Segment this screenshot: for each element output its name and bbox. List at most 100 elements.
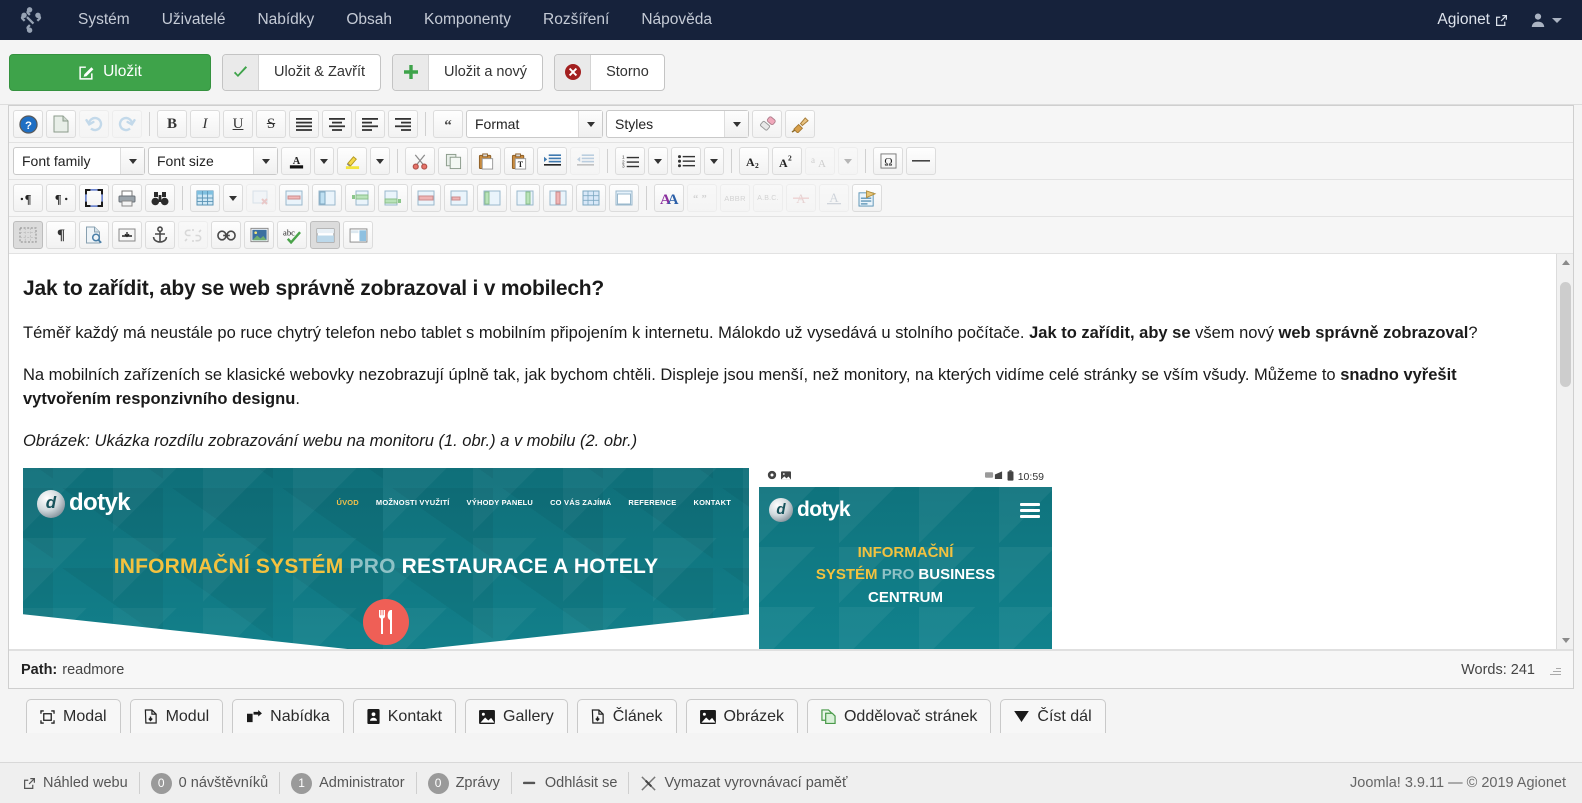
site-preview-link[interactable]: Agionet [1427, 11, 1518, 29]
paste-as-text-icon[interactable]: T [504, 147, 534, 175]
visitors-status[interactable]: 0 0 návštěvníků [140, 772, 279, 794]
nav-item-system[interactable]: Systém [62, 0, 146, 40]
clear-cache-button[interactable]: Vymazat vyrovnávací paměť [629, 775, 858, 792]
scrollbar-thumb[interactable] [1560, 282, 1571, 387]
font-select-aa-icon[interactable]: AA [654, 184, 684, 212]
rtl-direction-icon[interactable]: ¶ [46, 184, 76, 212]
insert-page-break-button[interactable]: Oddělovač stránek [806, 699, 992, 733]
italic-icon[interactable]: I [190, 110, 220, 138]
desktop-screenshot-image[interactable]: d dotyk ÚVOD MOŽNOSTI VYUŽITÍ VÝHODY PAN… [23, 468, 749, 649]
article-content[interactable]: Jak to zařídit, aby se web správně zobra… [9, 254, 1573, 649]
insert-row-before-icon[interactable] [345, 184, 375, 212]
show-borders-icon[interactable] [13, 221, 43, 249]
nav-item-users[interactable]: Uživatelé [146, 0, 242, 40]
editor-content-area[interactable]: Jak to zařídit, aby se web správně zobra… [9, 254, 1573, 650]
text-color-icon[interactable]: A [281, 147, 311, 175]
table-chevron-icon[interactable] [223, 184, 243, 212]
acronym-icon[interactable]: A.B.C. [753, 184, 783, 212]
delete-row-icon[interactable] [411, 184, 441, 212]
insert-column-before-icon[interactable] [477, 184, 507, 212]
delete-column-icon[interactable] [543, 184, 573, 212]
insert-contact-button[interactable]: Kontakt [352, 699, 457, 733]
editor-vertical-scrollbar[interactable] [1556, 254, 1573, 649]
font-family-select[interactable]: Font family [13, 147, 145, 175]
show-invisible-chars-icon[interactable]: ¶ [46, 221, 76, 249]
delete-table-icon[interactable] [246, 184, 276, 212]
insert-modal-button[interactable]: Modal [26, 699, 121, 733]
align-left-icon[interactable] [355, 110, 385, 138]
abbreviation-icon[interactable]: ABBR [720, 184, 750, 212]
align-right-icon[interactable] [388, 110, 418, 138]
text-color-chevron-icon[interactable] [314, 147, 334, 175]
bold-icon[interactable]: B [157, 110, 187, 138]
cut-scissors-icon[interactable] [405, 147, 435, 175]
insert-read-more-button[interactable]: Číst dál [1000, 699, 1106, 733]
path-value[interactable]: readmore [62, 662, 124, 678]
scroll-down-icon[interactable] [1557, 632, 1573, 649]
horizontal-layout-icon[interactable] [310, 221, 340, 249]
insert-image-icon[interactable] [244, 221, 274, 249]
font-size-select[interactable]: Font size [148, 147, 278, 175]
spellcheck-icon[interactable]: abc [277, 221, 307, 249]
highlight-color-chevron-icon[interactable] [370, 147, 390, 175]
logout-button[interactable]: Odhlásit se [512, 775, 629, 791]
superscript-icon[interactable]: A2 [772, 147, 802, 175]
nav-item-help[interactable]: Nápověda [625, 0, 728, 40]
strikethrough-icon[interactable]: S [256, 110, 286, 138]
preview-icon[interactable] [79, 221, 109, 249]
joomla-logo-icon[interactable] [0, 7, 62, 33]
help-icon[interactable]: ? [13, 110, 43, 138]
user-menu-button[interactable] [1522, 12, 1574, 28]
nav-item-components[interactable]: Komponenty [408, 0, 527, 40]
insert-menu-button[interactable]: Nabídka [232, 699, 344, 733]
preview-site-link[interactable]: Náhled webu [12, 775, 139, 791]
save-button[interactable]: Uložit [9, 53, 211, 91]
copy-icon[interactable] [438, 147, 468, 175]
nav-item-content[interactable]: Obsah [330, 0, 408, 40]
scroll-up-icon[interactable] [1557, 254, 1573, 271]
insert-table-icon[interactable] [190, 184, 220, 212]
indent-icon[interactable] [537, 147, 567, 175]
outdent-icon[interactable] [570, 147, 600, 175]
bullet-list-chevron-icon[interactable] [704, 147, 724, 175]
table-cell-properties-icon[interactable] [312, 184, 342, 212]
insert-text-icon[interactable]: A [819, 184, 849, 212]
mobile-screenshot-image[interactable]: 10:59 d dotyk INFORMAČNÍ SYSTÉM PRO BUSI… [759, 468, 1052, 649]
insert-module-button[interactable]: Modul [129, 699, 224, 733]
insert-row-after-icon[interactable] [378, 184, 408, 212]
blockquote-icon[interactable]: “ [433, 110, 463, 138]
format-painter-brush-icon[interactable] [785, 110, 815, 138]
nav-item-extensions[interactable]: Rozšíření [527, 0, 625, 40]
bullet-list-icon[interactable] [671, 147, 701, 175]
align-center-icon[interactable] [322, 110, 352, 138]
numbered-list-chevron-icon[interactable] [648, 147, 668, 175]
ltr-direction-icon[interactable]: ¶ [13, 184, 43, 212]
subscript-icon[interactable]: A2 [739, 147, 769, 175]
table-row-properties-icon[interactable] [279, 184, 309, 212]
fullscreen-icon[interactable] [79, 184, 109, 212]
anchor-icon[interactable] [145, 221, 175, 249]
print-icon[interactable] [112, 184, 142, 212]
delete-text-icon[interactable]: A [786, 184, 816, 212]
numbered-list-icon[interactable]: 123 [615, 147, 645, 175]
insert-article-button[interactable]: Článek [576, 699, 677, 733]
resize-handle-icon[interactable] [1549, 664, 1561, 676]
insert-gallery-button[interactable]: Gallery [465, 699, 568, 733]
split-cells-icon[interactable] [609, 184, 639, 212]
underline-icon[interactable]: U [223, 110, 253, 138]
insert-picture-button[interactable]: Obrázek [685, 699, 798, 733]
format-select[interactable]: Format [466, 110, 603, 138]
change-case-chevron-icon[interactable] [838, 147, 858, 175]
nav-item-menus[interactable]: Nabídky [241, 0, 330, 40]
align-justify-icon[interactable] [289, 110, 319, 138]
highlight-color-icon[interactable] [337, 147, 367, 175]
undo-icon[interactable] [79, 110, 109, 138]
page-break-icon[interactable] [112, 221, 142, 249]
cancel-button[interactable]: Storno [554, 53, 665, 91]
insert-column-after-icon[interactable] [510, 184, 540, 212]
remove-format-eraser-icon[interactable] [752, 110, 782, 138]
hamburger-menu-icon[interactable] [1020, 502, 1040, 518]
save-and-new-button[interactable]: Uložit a nový [392, 53, 544, 91]
insert-template-icon[interactable] [852, 184, 882, 212]
table-row-header-icon[interactable] [444, 184, 474, 212]
